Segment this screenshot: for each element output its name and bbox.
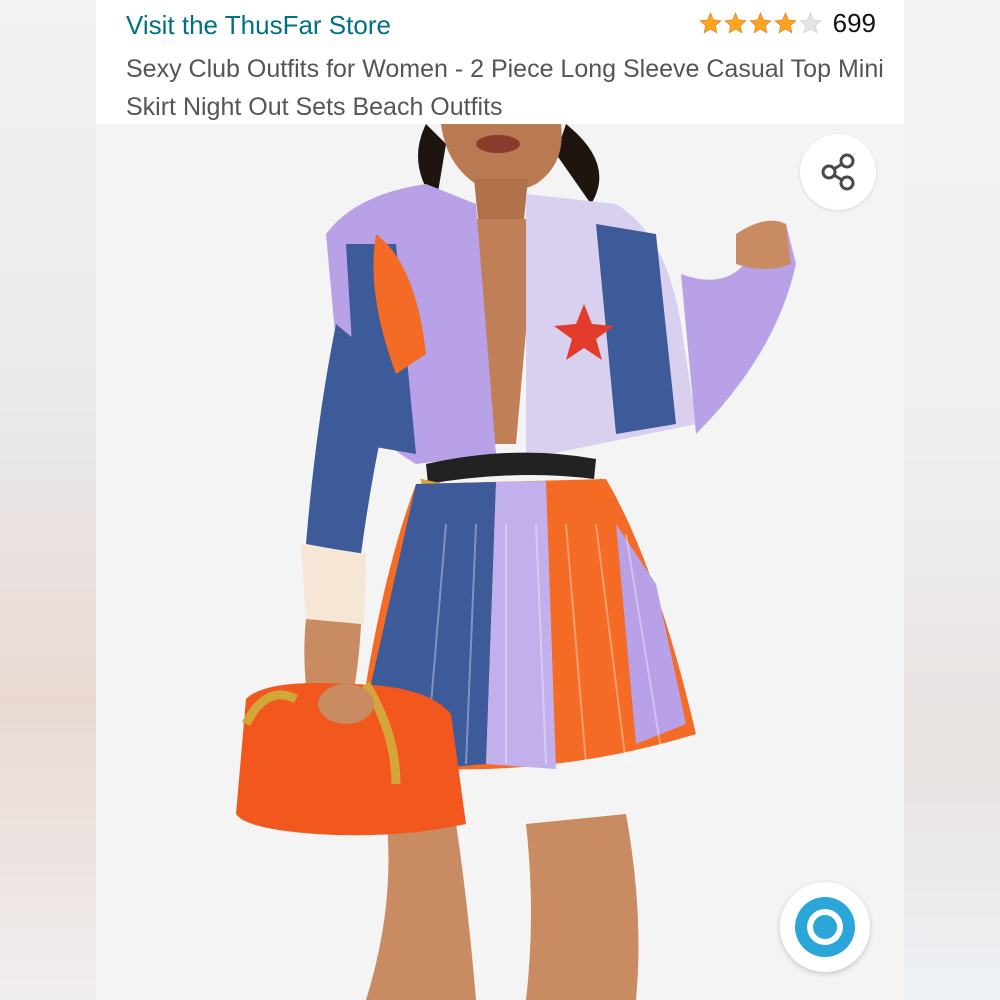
rating-summary[interactable]: 699 — [698, 8, 876, 39]
alexa-icon — [795, 897, 855, 957]
product-header: Visit the ThusFar Store 699 Sexy Club Ou… — [96, 0, 904, 124]
star-rating — [698, 11, 823, 36]
store-link[interactable]: Visit the ThusFar Store — [126, 10, 391, 41]
share-icon — [821, 153, 855, 191]
product-photo — [96, 124, 904, 1000]
product-title: Sexy Club Outfits for Women - 2 Piece Lo… — [126, 55, 884, 121]
alexa-button[interactable] — [780, 882, 870, 972]
star-filled-icon — [698, 12, 722, 34]
star-filled-icon — [773, 12, 797, 34]
product-image-area[interactable] — [96, 124, 904, 1000]
share-button[interactable] — [800, 134, 876, 210]
product-panel: Visit the ThusFar Store 699 Sexy Club Ou… — [96, 0, 904, 1000]
star-filled-icon — [723, 12, 747, 34]
rating-count: 699 — [832, 8, 876, 38]
background-left — [0, 0, 96, 1000]
star-filled-icon — [748, 12, 772, 34]
background-right — [904, 0, 1000, 1000]
star-empty-icon — [798, 12, 822, 34]
